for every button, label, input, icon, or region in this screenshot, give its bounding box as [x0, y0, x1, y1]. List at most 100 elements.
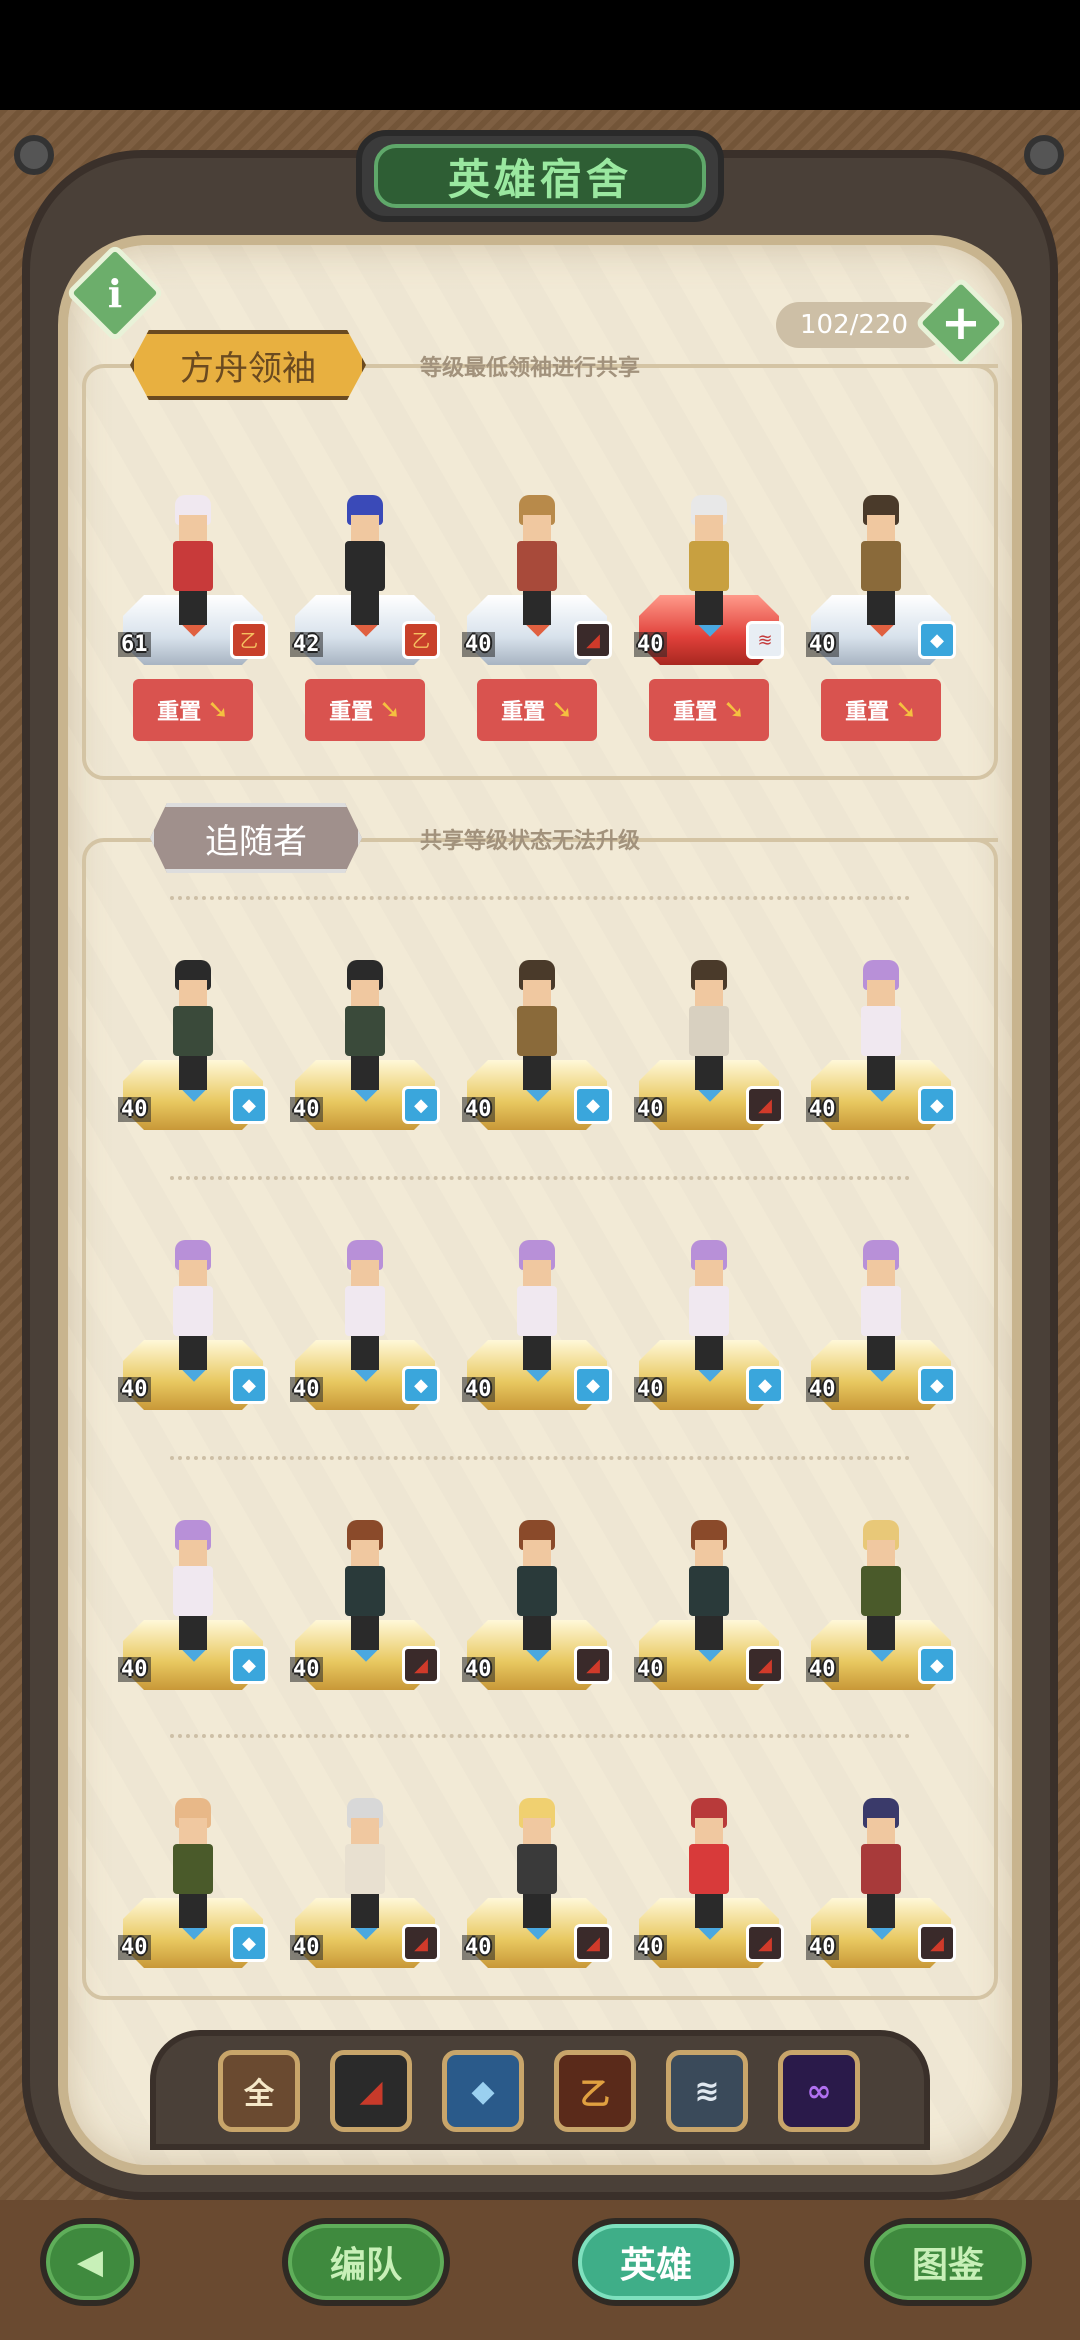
hero-level: 40	[806, 1097, 839, 1122]
hero-sprite	[507, 960, 567, 1090]
hero-body	[689, 1566, 729, 1616]
hero-sprite	[679, 1798, 739, 1928]
faction-wolf-icon: ◆	[230, 1646, 268, 1684]
row-divider	[170, 896, 910, 900]
filter-void-button[interactable]: ∞	[778, 2050, 860, 2132]
bolt-decoration	[1024, 135, 1064, 175]
row-divider	[170, 1734, 910, 1738]
hero-legs	[523, 591, 551, 625]
reset-label: 重置	[329, 700, 374, 725]
hero-level: 40	[634, 632, 667, 657]
reset-button[interactable]: 重置 ➘	[133, 679, 253, 741]
faction-raider-icon: ◢	[402, 1924, 440, 1962]
faction-dragon-icon: 乙	[230, 621, 268, 659]
faction-wolf-icon: ◆	[918, 621, 956, 659]
reset-button[interactable]: 重置 ➘	[305, 679, 425, 741]
reset-label: 重置	[845, 700, 890, 725]
faction-raider-icon: ◢	[574, 1646, 612, 1684]
filter-all-button[interactable]: 全	[218, 2050, 300, 2132]
hero-level: 42	[290, 632, 323, 657]
hero-card[interactable]: 40 ◆	[462, 910, 612, 1130]
down-arrow-icon: ➘	[207, 695, 229, 725]
filter-dragon-button[interactable]: 乙	[554, 2050, 636, 2132]
hero-body	[689, 1006, 729, 1056]
hero-body	[861, 541, 901, 591]
hero-sprite	[851, 1240, 911, 1370]
hero-sprite	[851, 960, 911, 1090]
hero-level: 40	[118, 1097, 151, 1122]
filter-wing-button[interactable]: ≋	[666, 2050, 748, 2132]
hero-card[interactable]: 40 ◢	[290, 1470, 440, 1690]
hero-card[interactable]: 40 ◢	[290, 1748, 440, 1968]
hero-card[interactable]: 40 ◢	[634, 1470, 784, 1690]
hero-face	[695, 980, 723, 1006]
reset-button[interactable]: 重置 ➘	[821, 679, 941, 741]
filter-raider-button[interactable]: ◢	[330, 2050, 412, 2132]
hero-face	[695, 1818, 723, 1844]
hero-legs	[695, 1336, 723, 1370]
hero-card[interactable]: 40 ◆	[462, 1190, 612, 1410]
hero-body	[345, 541, 385, 591]
back-button[interactable]: ◀	[40, 2218, 140, 2306]
faction-raider-icon: ◢	[746, 1646, 784, 1684]
hero-card[interactable]: 40 ◢	[462, 1470, 612, 1690]
faction-wolf-icon: ◆	[230, 1366, 268, 1404]
faction-all-icon: 全	[244, 2077, 274, 2112]
hero-card[interactable]: 40 ◆	[290, 1190, 440, 1410]
down-arrow-icon: ➘	[723, 695, 745, 725]
hero-face	[523, 515, 551, 541]
hero-card[interactable]: 40 ◆	[118, 1470, 268, 1690]
reset-button[interactable]: 重置 ➘	[477, 679, 597, 741]
hero-sprite	[851, 1520, 911, 1650]
hero-face	[179, 515, 207, 541]
hero-legs	[695, 591, 723, 625]
bolt-decoration	[14, 135, 54, 175]
hero-card[interactable]: 40 ◢	[634, 910, 784, 1130]
hero-card[interactable]: 40 ◆	[806, 910, 956, 1130]
hero-card[interactable]: 40 ◆	[290, 910, 440, 1130]
nav-team-button[interactable]: 编队	[282, 2218, 450, 2306]
hero-level: 40	[806, 1935, 839, 1960]
hero-body	[173, 1844, 213, 1894]
hero-legs	[179, 1894, 207, 1928]
faction-wolf-icon: ◆	[230, 1924, 268, 1962]
down-arrow-icon: ➘	[379, 695, 401, 725]
hero-sprite	[335, 1520, 395, 1650]
hero-card[interactable]: 40 ◆	[634, 1190, 784, 1410]
down-arrow-icon: ➘	[895, 695, 917, 725]
hero-level: 40	[462, 1657, 495, 1682]
hero-legs	[695, 1616, 723, 1650]
hero-face	[867, 515, 895, 541]
hero-card[interactable]: 40 ◢	[634, 1748, 784, 1968]
hero-legs	[867, 1894, 895, 1928]
followers-description: 共享等级状态无法升级	[420, 829, 641, 854]
filter-wolf-button[interactable]: ◆	[442, 2050, 524, 2132]
hero-card[interactable]: 40 ≋	[634, 445, 784, 665]
hero-card[interactable]: 40 ◆	[118, 910, 268, 1130]
reset-label: 重置	[157, 700, 202, 725]
hero-legs	[351, 591, 379, 625]
hero-sprite	[851, 495, 911, 625]
hero-card[interactable]: 40 ◆	[806, 445, 956, 665]
hero-card[interactable]: 61 乙	[118, 445, 268, 665]
hero-sprite	[679, 960, 739, 1090]
hero-card[interactable]: 40 ◢	[462, 1748, 612, 1968]
hero-body	[345, 1006, 385, 1056]
hero-card[interactable]: 40 ◆	[806, 1470, 956, 1690]
hero-card[interactable]: 40 ◢	[462, 445, 612, 665]
hero-face	[867, 1540, 895, 1566]
faction-raider-icon: ◢	[359, 2073, 383, 2109]
hero-card[interactable]: 40 ◆	[118, 1748, 268, 1968]
reset-button[interactable]: 重置 ➘	[649, 679, 769, 741]
hero-card[interactable]: 40 ◆	[118, 1190, 268, 1410]
nav-codex-button[interactable]: 图鉴	[864, 2218, 1032, 2306]
hero-sprite	[851, 1798, 911, 1928]
hero-card[interactable]: 42 乙	[290, 445, 440, 665]
hero-body	[517, 541, 557, 591]
hero-card[interactable]: 40 ◆	[806, 1190, 956, 1410]
nav-heroes-button[interactable]: 英雄	[572, 2218, 740, 2306]
hero-card[interactable]: 40 ◢	[806, 1748, 956, 1968]
hero-face	[867, 980, 895, 1006]
hero-level: 40	[806, 1377, 839, 1402]
hero-level: 61	[118, 632, 151, 657]
